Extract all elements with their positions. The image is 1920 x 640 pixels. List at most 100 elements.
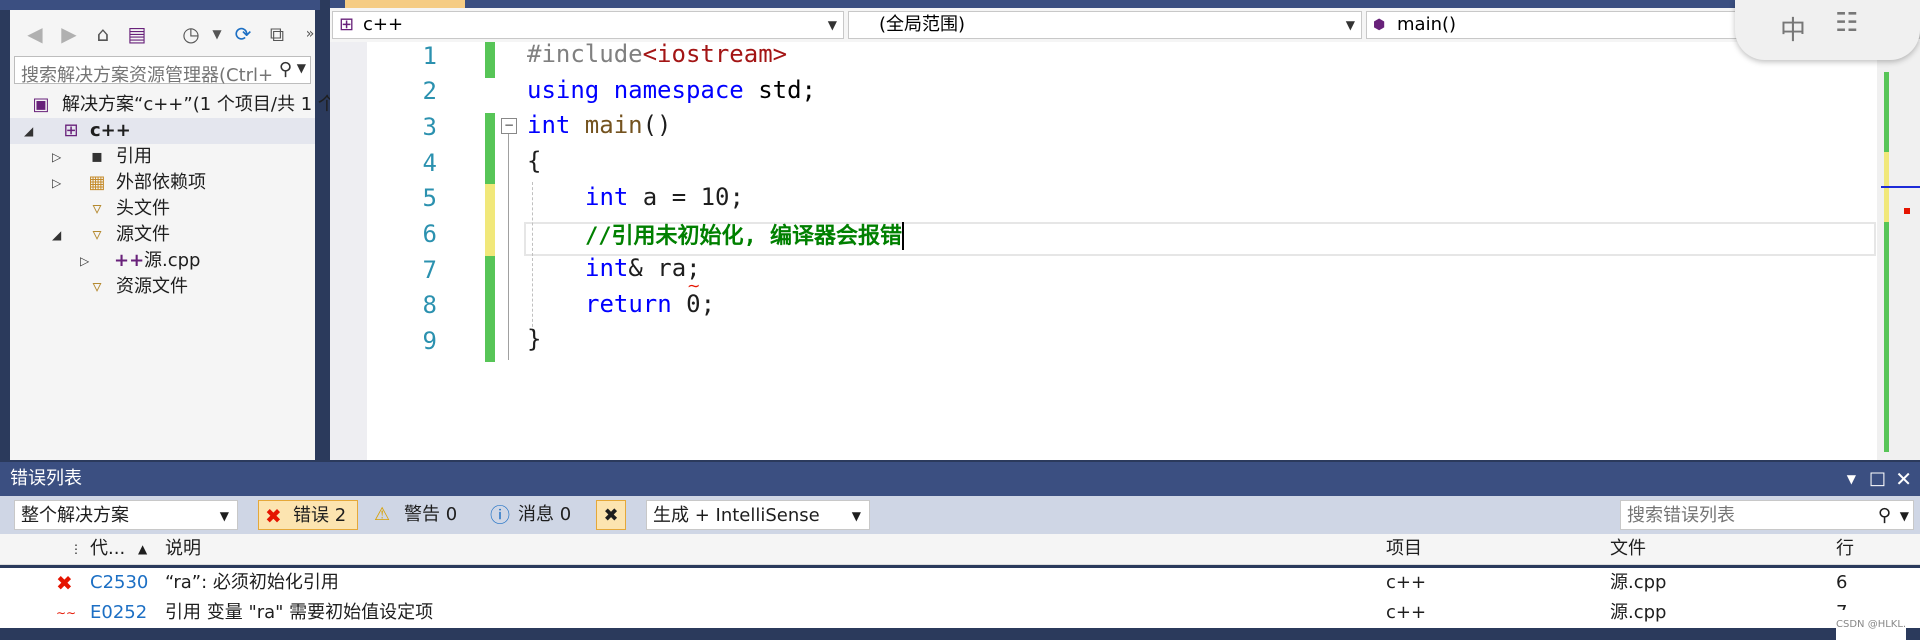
code-line-6: //引用未初始化, 编译器会报错 <box>585 222 904 250</box>
error-code-link[interactable]: C2530 <box>90 568 148 598</box>
filter-folder-icon: ▿ <box>92 198 102 219</box>
tree-item-source-cpp[interactable]: ▷ ++ 源.cpp <box>10 248 315 274</box>
solution-label: 解决方案“c++”(1 个项目/共 1 个 <box>62 94 336 115</box>
editor-gutter <box>330 42 367 460</box>
error-icon: ✖ <box>265 504 282 528</box>
indent-guide <box>532 182 533 332</box>
error-search-input[interactable]: 搜索错误列表 ⚲ ▼ <box>1620 500 1914 530</box>
maximize-icon[interactable]: □ <box>1869 462 1886 496</box>
saved-change-marker <box>485 42 495 78</box>
column-header-file[interactable]: 文件 <box>1610 534 1646 564</box>
collapse-all-icon[interactable]: ⧉ <box>262 20 292 48</box>
solution-search-placeholder: 搜索解决方案资源管理器(Ctrl+ <box>21 65 274 86</box>
chevron-down-icon[interactable]: ▼ <box>852 501 861 531</box>
member-dropdown-value: main() <box>1397 14 1457 35</box>
home-icon[interactable]: ⌂ <box>88 20 118 48</box>
method-icon: ⬢ <box>1373 17 1386 33</box>
tree-item-solution[interactable]: ▣ 解决方案“c++”(1 个项目/共 1 个 <box>10 92 335 118</box>
error-list-title: 错误列表 <box>10 468 82 489</box>
tree-item-header-files[interactable]: ▿ 头文件 <box>10 196 315 222</box>
scope-dropdown[interactable]: (全局范围) ▼ <box>848 11 1362 39</box>
project-label: c++ <box>90 120 131 141</box>
code-line-7: int& ra; <box>585 254 701 282</box>
collapse-block-icon[interactable]: − <box>501 118 517 134</box>
refresh-icon[interactable]: ⟳ <box>228 20 258 48</box>
errors-filter-button[interactable]: ✖ 错误 2 <box>258 500 358 530</box>
external-dependencies-icon: ▦ <box>88 172 106 193</box>
collapsed-icon[interactable]: ▷ <box>80 248 94 274</box>
scope-value: 整个解决方案 <box>21 505 129 526</box>
more-icon[interactable]: » <box>295 20 325 48</box>
scope-dropdown[interactable]: 整个解决方案 ▼ <box>14 500 238 530</box>
chevron-down-icon[interactable]: ▼ <box>297 61 306 75</box>
collapsed-icon[interactable]: ▷ <box>52 144 66 170</box>
error-code-link[interactable]: E0252 <box>90 598 147 628</box>
tree-item-resource-files[interactable]: ▿ 资源文件 <box>10 274 315 300</box>
error-list-toolbar: 整个解决方案 ▼ ✖ 错误 2 ⚠ 警告 0 ⓘ 消息 0 ✖ 生成 + Int… <box>0 496 1920 534</box>
build-filter-dropdown[interactable]: 生成 + IntelliSense ▼ <box>646 500 870 530</box>
error-file: 源.cpp <box>1610 602 1667 623</box>
filter-folder-icon: ▿ <box>92 276 102 297</box>
error-description: “ra”: 必须初始化引用 <box>165 572 339 593</box>
skin-icon[interactable]: ☷ <box>1835 8 1858 38</box>
code-editor[interactable]: 1 2 3 4 5 6 7 8 9 − #include<iostream> u… <box>367 40 1877 460</box>
tree-label: 源.cpp <box>144 250 201 271</box>
error-project: c++ <box>1386 602 1427 623</box>
saved-change-marker <box>485 256 495 362</box>
table-row[interactable]: ✖ C2530 “ra”: 必须初始化引用 c++ 源.cpp 6 <box>0 568 1920 598</box>
text-caret <box>901 222 904 250</box>
column-chooser-icon[interactable]: ⋮ <box>70 534 82 564</box>
project-dropdown[interactable]: ⊞ c++ ▼ <box>332 11 844 39</box>
line-number: 1 <box>422 42 437 70</box>
tree-label: 头文件 <box>116 198 170 219</box>
cpp-project-icon: ⊞ <box>63 120 79 141</box>
close-icon[interactable]: ✕ <box>1895 462 1912 496</box>
solution-search-input[interactable]: 搜索解决方案资源管理器(Ctrl+ ⚲ ▼ <box>14 56 311 86</box>
column-header-code[interactable]: 代... <box>90 534 125 564</box>
switch-views-icon[interactable]: ▤ <box>122 20 152 48</box>
tree-item-external-deps[interactable]: ▷ ▦ 外部依赖项 <box>10 170 315 196</box>
scrollbar-change-map <box>1884 72 1889 452</box>
warnings-filter-button[interactable]: ⚠ 警告 0 <box>368 500 468 530</box>
expanded-icon[interactable]: ◢ <box>52 222 66 248</box>
tree-item-source-files[interactable]: ◢ ▿ 源文件 <box>10 222 315 248</box>
document-tab-well <box>330 0 1920 8</box>
back-icon[interactable]: ◀ <box>20 20 50 48</box>
table-row[interactable]: ∼∼ E0252 引用 变量 "ra" 需要初始值设定项 c++ 源.cpp 7… <box>0 598 1920 640</box>
line-number: 6 <box>422 220 437 248</box>
ime-chinese-mode[interactable]: 中 <box>1780 10 1806 47</box>
messages-filter-button[interactable]: ⓘ 消息 0 <box>486 500 586 530</box>
tree-item-project[interactable]: ◢ ⊞ c++ <box>10 118 315 144</box>
error-description: 引用 变量 "ra" 需要初始值设定项 <box>165 602 434 623</box>
error-list-titlebar: 错误列表 ▼ □ ✕ <box>0 462 1920 496</box>
tree-label: 源文件 <box>116 224 170 245</box>
chevron-down-icon[interactable]: ▼ <box>220 501 229 531</box>
chevron-down-icon[interactable]: ▼ <box>828 12 837 38</box>
errors-filter-label: 错误 2 <box>293 505 347 526</box>
error-line: 6 <box>1836 572 1848 593</box>
search-icon[interactable]: ⚲ <box>1878 501 1891 531</box>
code-line-2: using namespace std; <box>527 76 816 104</box>
references-icon: ▪ <box>90 146 104 167</box>
column-header-line[interactable]: 行 <box>1836 534 1854 564</box>
project-dropdown-value: c++ <box>363 14 404 35</box>
tree-label: 资源文件 <box>116 276 188 297</box>
chevron-down-icon[interactable]: ▼ <box>1346 12 1355 38</box>
line-number: 4 <box>422 149 437 177</box>
expanded-icon[interactable]: ◢ <box>24 118 38 144</box>
forward-icon[interactable]: ▶ <box>54 20 84 48</box>
code-line-5: int a = 10; <box>585 183 744 211</box>
tree-item-references[interactable]: ▷ ▪ 引用 <box>10 144 315 170</box>
search-icon[interactable]: ⚲ <box>279 59 292 80</box>
column-header-project[interactable]: 项目 <box>1386 534 1422 564</box>
chevron-down-icon[interactable]: ▼ <box>1847 462 1856 496</box>
chevron-down-icon[interactable]: ▼ <box>1900 501 1909 531</box>
filter-icon[interactable]: ✖ <box>596 500 626 530</box>
sort-ascending-icon[interactable]: ▲ <box>138 534 147 564</box>
collapsed-icon[interactable]: ▷ <box>52 170 66 196</box>
ime-toolbar[interactable]: 中 ☷ <box>1735 0 1920 60</box>
active-document-tab[interactable] <box>345 0 465 8</box>
editor-scrollbar[interactable] <box>1877 42 1920 460</box>
column-header-description[interactable]: 说明 <box>165 534 201 564</box>
code-line-9: } <box>527 325 542 353</box>
